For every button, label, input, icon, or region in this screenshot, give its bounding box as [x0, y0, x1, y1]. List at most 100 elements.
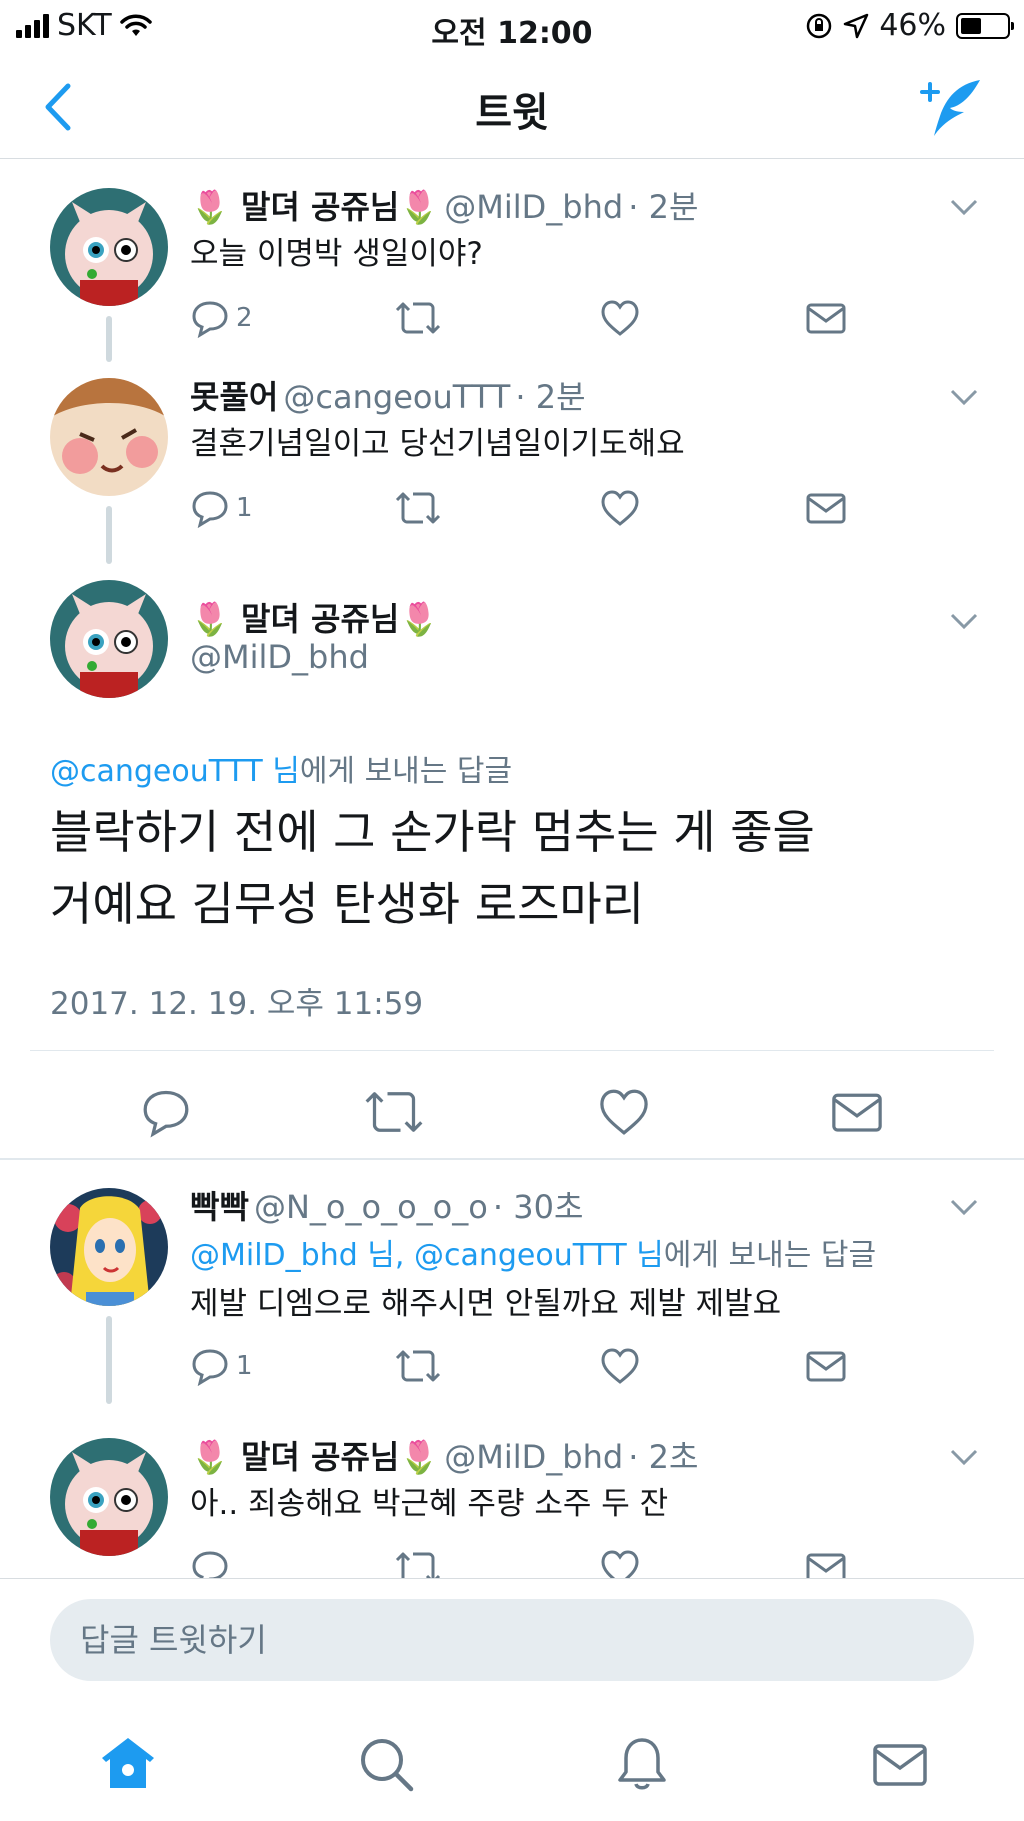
like-icon	[601, 1348, 639, 1384]
like-button[interactable]	[600, 486, 805, 530]
reply-input[interactable]: 답글 트윗하기	[50, 1599, 974, 1681]
retweet-icon	[395, 492, 441, 524]
reply-button[interactable]: 2	[190, 296, 395, 340]
retweet-icon	[395, 302, 441, 334]
like-icon	[601, 490, 639, 526]
tweet-header: 못풀어 @cangeouTTT · 2분	[190, 372, 586, 418]
status-right-group: 46%	[805, 8, 1014, 43]
avatar[interactable]	[50, 580, 168, 698]
reply-to-link[interactable]: @cangeouTTT 님	[50, 754, 300, 789]
reply-icon	[192, 1349, 228, 1386]
search-icon[interactable]	[356, 1734, 416, 1794]
reply-button[interactable]: 1	[190, 486, 395, 530]
reply-tweet-1[interactable]: 빡빡 @N_o_o_o_o_o · 30초 @MilD_bhd 님, @cang…	[0, 1160, 1024, 1410]
display-name[interactable]: 🌷 말뎌 공쥬님🌷	[190, 594, 439, 640]
dm-icon	[806, 493, 846, 524]
divider	[30, 1050, 994, 1051]
avatar[interactable]	[50, 1188, 168, 1306]
reply-button[interactable]: 1	[190, 1344, 395, 1388]
handle[interactable]: @MilD_bhd	[444, 188, 623, 226]
cartoon-face-avatar-image	[50, 378, 168, 496]
retweet-button[interactable]	[395, 486, 600, 530]
tweet-time: · 2분	[515, 378, 586, 416]
reply-tweet-2[interactable]: 🌷 말뎌 공쥬님🌷 @MilD_bhd · 2초 아.. 죄송해요 박근혜 주량…	[0, 1410, 1024, 1578]
handle[interactable]: @MilD_bhd	[444, 1438, 623, 1476]
retweet-button[interactable]	[395, 296, 600, 340]
battery-icon	[956, 12, 1014, 39]
display-name[interactable]: 🌷 말뎌 공쥬님🌷	[190, 1438, 439, 1476]
tweet-time: · 2초	[628, 1438, 699, 1476]
tweet-text: 오늘 이명박 생일이야?	[190, 236, 483, 272]
reply-to-links[interactable]: @MilD_bhd 님, @cangeouTTT 님	[190, 1238, 664, 1273]
reply-button[interactable]	[190, 1546, 395, 1578]
bottom-bar: 답글 트윗하기	[0, 1578, 1024, 1821]
chevron-down-icon[interactable]	[950, 198, 978, 216]
display-name[interactable]: 🌷 말뎌 공쥬님🌷	[190, 188, 439, 226]
avatar[interactable]	[50, 188, 168, 306]
dm-share-button[interactable]	[805, 1344, 1010, 1388]
tweet-time: · 2분	[628, 188, 699, 226]
like-button[interactable]	[600, 296, 805, 340]
notifications-icon[interactable]	[612, 1734, 672, 1794]
reply-count: 2	[236, 303, 253, 333]
jigglypuff-avatar-image	[50, 188, 168, 306]
like-button[interactable]	[600, 1344, 805, 1388]
retweet-icon	[395, 1350, 441, 1382]
chevron-down-icon[interactable]	[950, 612, 978, 630]
avatar[interactable]	[50, 378, 168, 496]
tweet-body-line-1: 블락하기 전에 그 손가락 멈추는 게 좋을	[50, 805, 815, 859]
handle[interactable]: @cangeouTTT	[283, 378, 510, 416]
chevron-down-icon[interactable]	[950, 388, 978, 406]
location-icon	[844, 13, 869, 38]
tweet-time: · 30초	[492, 1188, 584, 1226]
jigglypuff-avatar-image	[50, 580, 168, 698]
home-icon[interactable]	[98, 1734, 158, 1794]
tweet-header: 🌷 말뎌 공쥬님🌷 @MilD_bhd · 2분	[190, 182, 698, 228]
tweet-actions: 2	[190, 296, 1010, 340]
messages-icon[interactable]	[870, 1734, 930, 1794]
reply-icon	[192, 1551, 228, 1578]
dm-share-button[interactable]	[805, 1546, 1010, 1578]
tweet-actions: 1	[190, 1344, 1010, 1388]
reply-count: 1	[236, 493, 253, 523]
retweet-icon	[395, 1552, 441, 1578]
display-name[interactable]: 빡빡	[190, 1188, 249, 1226]
orientation-lock-icon	[807, 13, 832, 38]
like-icon[interactable]	[598, 1086, 650, 1138]
tweet-text: 아.. 죄송해요 박근혜 주량 소주 두 잔	[190, 1486, 669, 1522]
like-button[interactable]	[600, 1546, 805, 1578]
reply-to-suffix: 에게 보내는 답글	[663, 1238, 877, 1273]
dm-share-button[interactable]	[805, 486, 1010, 530]
avatar[interactable]	[50, 1438, 168, 1556]
chevron-down-icon[interactable]	[950, 1198, 978, 1216]
thread-connector	[106, 1316, 112, 1404]
battery-percent: 46%	[879, 8, 946, 43]
chevron-down-icon[interactable]	[950, 1448, 978, 1466]
focused-tweet: 🌷 말뎌 공쥬님🌷 @MilD_bhd @cangeouTTT 님에게 보내는 …	[0, 560, 1024, 1162]
page-title: 트윗	[475, 90, 549, 136]
dm-share-button[interactable]	[805, 296, 1010, 340]
retweet-button[interactable]	[395, 1546, 600, 1578]
compose-tweet-icon[interactable]	[918, 76, 988, 140]
tweet-text: 결혼기념일이고 당선기념일이기도해요	[190, 426, 685, 462]
display-name[interactable]: 못풀어	[190, 378, 278, 416]
thread-tweet-1[interactable]: 🌷 말뎌 공쥬님🌷 @MilD_bhd · 2분 오늘 이명박 생일이야? 2	[0, 160, 1024, 362]
reply-context: @cangeouTTT 님에게 보내는 답글	[50, 746, 512, 790]
handle[interactable]: @MilD_bhd	[190, 638, 369, 676]
tweet-timestamp: 2017. 12. 19. 오후 11:59	[50, 986, 424, 1022]
alice-avatar-image	[50, 1188, 168, 1306]
reply-icon[interactable]	[140, 1086, 192, 1138]
dm-icon	[806, 1553, 846, 1578]
dm-icon	[806, 303, 846, 334]
tweet-actions: 1	[190, 486, 1010, 530]
status-bar: SKT 오전 12:00 46%	[0, 0, 1024, 52]
tweet-text: 제발 디엠으로 해주시면 안될까요 제발 제발요	[190, 1286, 782, 1322]
dm-icon[interactable]	[830, 1086, 884, 1138]
retweet-button[interactable]	[395, 1344, 600, 1388]
thread-tweet-2[interactable]: 못풀어 @cangeouTTT · 2분 결혼기념일이고 당선기념일이기도해요 …	[0, 350, 1024, 564]
reply-icon	[192, 301, 228, 338]
tweet-header: 🌷 말뎌 공쥬님🌷 @MilD_bhd · 2초	[190, 1432, 698, 1478]
focused-tweet-actions	[0, 1080, 1024, 1150]
retweet-icon[interactable]	[364, 1086, 424, 1138]
handle[interactable]: @N_o_o_o_o_o	[254, 1188, 488, 1226]
